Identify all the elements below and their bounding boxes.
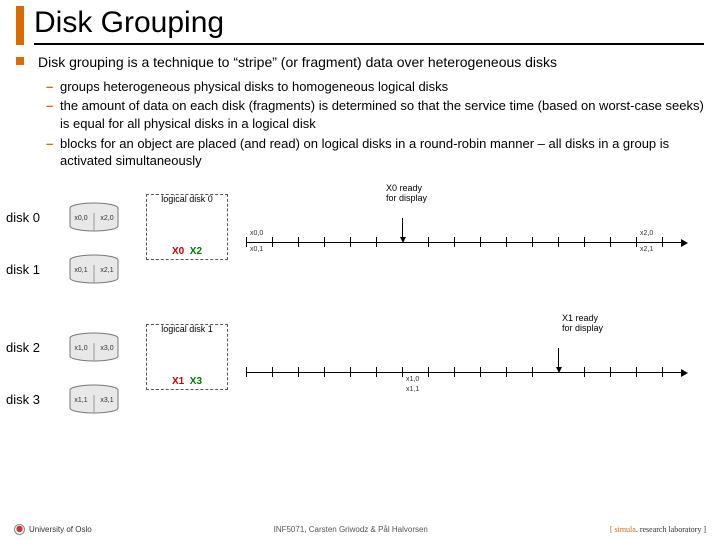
footer: University of Oslo INF5071, Carsten Griw… <box>0 520 720 538</box>
disk-label-1: disk 1 <box>6 262 54 277</box>
frag-x11: x1,1 <box>406 386 419 393</box>
bullet-sub-1: the amount of data on each disk (fragmen… <box>16 97 704 132</box>
ready-arrow-1 <box>558 348 559 368</box>
tick <box>402 367 403 377</box>
x2-label: X2 <box>190 246 202 257</box>
title-bar: Disk Grouping <box>16 6 704 45</box>
tick <box>376 367 377 377</box>
frag-x21: x2,1 <box>640 246 653 253</box>
frag-x10: x1,0 <box>406 376 419 383</box>
tick <box>558 237 559 247</box>
tick <box>298 237 299 247</box>
frag-x00: x0,0 <box>250 230 263 237</box>
simula-b: . research laboratory ] <box>636 525 706 534</box>
body-text: Disk grouping is a technique to “stripe”… <box>16 53 704 170</box>
footer-center: INF5071, Carsten Griwodz & Pål Halvorsen <box>92 525 610 534</box>
tick <box>272 237 273 247</box>
tick <box>298 367 299 377</box>
frag-label: x0,0 <box>74 215 87 222</box>
bullet-sub-2: blocks for an object are placed (and rea… <box>16 135 704 170</box>
bullet-sub-0: groups heterogeneous physical disks to h… <box>16 78 704 96</box>
page-title: Disk Grouping <box>34 6 704 45</box>
disk-label-2: disk 2 <box>6 340 54 355</box>
disk-cylinder-2: x1,0 x3,0 <box>68 332 120 362</box>
x3-label: X3 <box>190 376 202 387</box>
bullet-main: Disk grouping is a technique to “stripe”… <box>16 53 704 72</box>
logical-disk-0-title: logical disk 0 <box>147 194 227 204</box>
frag-x20: x2,0 <box>640 230 653 237</box>
tick <box>506 237 507 247</box>
disk-label-0: disk 0 <box>6 210 54 225</box>
tick <box>324 367 325 377</box>
tick <box>428 237 429 247</box>
tick <box>584 367 585 377</box>
frag-label: x1,0 <box>74 345 87 352</box>
tick <box>350 367 351 377</box>
tick <box>480 367 481 377</box>
disk-cylinder-3: x1,1 x3,1 <box>68 384 120 414</box>
ready-1-a: X1 ready <box>562 313 598 323</box>
frag-label: x1,1 <box>74 397 87 404</box>
tick <box>636 367 637 377</box>
simula-branding: [ simula. research laboratory ] <box>610 525 706 534</box>
timeline-1: x1,0 x1,1 <box>246 354 686 394</box>
tick <box>324 237 325 247</box>
frag-x01: x0,1 <box>250 246 263 253</box>
ready-0-b: for display <box>386 193 427 203</box>
tick <box>480 237 481 247</box>
tick <box>246 367 247 377</box>
uio-logo-icon <box>14 524 25 535</box>
logical-disk-1-box: logical disk 1 X1 X3 <box>146 324 228 390</box>
tick <box>584 237 585 247</box>
uio-text: University of Oslo <box>29 525 92 534</box>
tick <box>532 367 533 377</box>
tick <box>532 237 533 247</box>
frag-label: x2,0 <box>100 215 113 222</box>
tick <box>376 237 377 247</box>
diagram: disk 0 disk 1 disk 2 disk 3 x0,0x2,0 x0,… <box>16 180 704 460</box>
tick <box>454 237 455 247</box>
ready-1-b: for display <box>562 323 603 333</box>
disk-label-3: disk 3 <box>6 392 54 407</box>
tick <box>246 237 247 247</box>
ready-label-1: X1 ready for display <box>562 314 603 334</box>
ready-0-a: X0 ready <box>386 183 422 193</box>
timeline-0: x0,0 x0,1 x2,0 x2,1 <box>246 224 686 264</box>
ready-arrow-0 <box>402 218 403 238</box>
ready-label-0: X0 ready for display <box>386 184 427 204</box>
tick <box>636 237 637 247</box>
tick <box>272 367 273 377</box>
frag-label: x3,0 <box>100 345 113 352</box>
frag-label: x0,1 <box>74 267 87 274</box>
tick <box>454 367 455 377</box>
slide: Disk Grouping Disk grouping is a techniq… <box>0 0 720 540</box>
timeline-axis <box>246 242 686 243</box>
disk-cylinder-1: x0,1 x2,1 <box>68 254 120 284</box>
tick <box>350 237 351 247</box>
logical-disk-0-box: logical disk 0 X0 X2 <box>146 194 228 260</box>
timeline-axis <box>246 372 686 373</box>
tick <box>506 367 507 377</box>
disk-cylinder-0: x0,0 x2,0 <box>68 202 120 232</box>
tick <box>610 367 611 377</box>
x0-label: X0 <box>172 246 184 257</box>
x1-label: X1 <box>172 376 184 387</box>
uio-branding: University of Oslo <box>14 524 92 535</box>
frag-label: x3,1 <box>100 397 113 404</box>
tick <box>610 237 611 247</box>
tick <box>662 237 663 247</box>
simula-a: [ simula <box>610 525 636 534</box>
tick <box>662 367 663 377</box>
tick <box>428 367 429 377</box>
frag-label: x2,1 <box>100 267 113 274</box>
logical-disk-1-title: logical disk 1 <box>147 324 227 334</box>
